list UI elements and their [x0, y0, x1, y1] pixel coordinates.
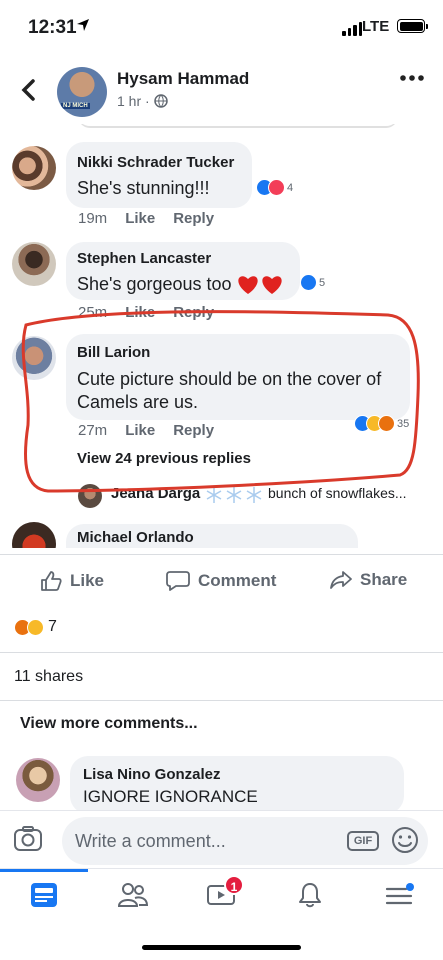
home-indicator — [142, 945, 301, 950]
comment-meta: 19m Like Reply — [78, 210, 214, 227]
comment-like-link[interactable]: Like — [125, 210, 155, 227]
reaction-count: 5 — [319, 276, 326, 289]
love-reaction-icon — [268, 179, 285, 196]
tab-friends[interactable] — [110, 877, 156, 913]
comment-text: IGNORE IGNORANCE — [83, 787, 258, 806]
commenter-name[interactable]: Nikki Schrader Tucker — [77, 154, 234, 171]
comments-list: Nikki Schrader Tucker She's stunning!!! … — [0, 124, 443, 548]
comment-button[interactable]: Comment — [166, 570, 276, 592]
comment-text-line1: Cute picture should be on the cover of — [77, 369, 382, 389]
reaction-total: 7 — [48, 618, 57, 635]
comment-time: 27m — [78, 422, 108, 439]
like-label: Like — [70, 571, 105, 590]
post-time: 1 hr · — [117, 93, 150, 109]
reply-author[interactable]: Jeana Darga — [111, 485, 200, 502]
comment-reply-link[interactable]: Reply — [173, 210, 214, 227]
comment-reactions[interactable]: 4 — [256, 179, 293, 196]
comment-label: Comment — [198, 571, 277, 590]
commenter-name[interactable]: Bill Larion — [77, 344, 150, 361]
comment-reactions[interactable]: 35 — [354, 415, 409, 432]
commenter-avatar[interactable] — [12, 336, 56, 380]
tab-notifications[interactable] — [287, 877, 333, 913]
network-label: LTE — [362, 18, 390, 35]
comment-text-line2: Camels are us. — [77, 392, 199, 412]
commenter-avatar[interactable] — [12, 146, 56, 190]
comment-meta: 25m Like Reply — [78, 304, 214, 321]
author-name[interactable]: Hysam Hammad — [117, 69, 249, 89]
comment-reactions[interactable]: 5 — [300, 274, 325, 291]
reaction-summary[interactable]: 7 — [14, 618, 57, 636]
emoji-icon[interactable] — [390, 825, 420, 855]
shares-count[interactable]: 11 shares — [14, 668, 83, 686]
commenter-name[interactable]: Michael Orlando — [77, 529, 194, 546]
comment-time: 25m — [78, 304, 108, 321]
reply-avatar[interactable] — [78, 484, 102, 508]
commenter-name[interactable]: Lisa Nino Gonzalez — [83, 766, 221, 783]
commenter-avatar[interactable] — [12, 522, 56, 548]
commenter-avatar[interactable] — [16, 758, 60, 802]
location-arrow-icon — [77, 19, 89, 31]
like-icon — [41, 571, 62, 591]
angry-reaction-icon — [378, 415, 395, 432]
avatar-tag: NJ MICH — [61, 103, 90, 109]
battery-icon — [397, 19, 425, 33]
like-reaction-icon — [300, 274, 317, 291]
signal-icon — [342, 22, 362, 36]
wow-reaction-icon — [27, 618, 44, 636]
comment-text: She's gorgeous too — [77, 274, 232, 294]
friends-icon — [118, 883, 148, 907]
comment-reply-link[interactable]: Reply — [173, 422, 214, 439]
active-tab-indicator — [0, 869, 88, 872]
comment-input-placeholder: Write a comment... — [75, 831, 226, 851]
comment-like-link[interactable]: Like — [125, 422, 155, 439]
camera-icon[interactable] — [13, 824, 43, 852]
status-bar: 12:31 LTE — [0, 0, 443, 56]
notifications-icon — [299, 883, 321, 908]
comment-like-link[interactable]: Like — [125, 304, 155, 321]
commenter-avatar[interactable] — [12, 242, 56, 286]
globe-icon — [153, 94, 168, 108]
share-label: Share — [360, 570, 408, 589]
divider — [0, 652, 443, 653]
comment-reply-link[interactable]: Reply — [173, 304, 214, 321]
comment-time: 19m — [78, 210, 108, 227]
post-header: NJ MICH Hysam Hammad 1 hr · — [0, 60, 443, 124]
comment-composer: Write a comment... GIF — [0, 810, 443, 870]
like-button[interactable]: Like — [40, 570, 104, 592]
reaction-count: 4 — [287, 181, 294, 194]
comment-meta: 27m Like Reply — [78, 422, 214, 439]
heart-emoji-icon — [238, 276, 282, 294]
tab-menu[interactable] — [376, 877, 422, 913]
news-feed-icon — [31, 883, 57, 907]
menu-icon — [385, 883, 414, 905]
snowflake-icon — [206, 487, 262, 503]
comment-text: She's stunning!!! — [77, 178, 210, 198]
reply-preview-text: bunch of snowflakes... — [268, 485, 407, 501]
watch-notification-badge: 1 — [224, 875, 244, 895]
status-time: 12:31 — [28, 17, 77, 38]
post-action-bar: Like Comment Share — [0, 554, 443, 608]
comment-icon — [166, 571, 190, 591]
post-meta: 1 hr · — [117, 93, 168, 109]
divider — [0, 700, 443, 701]
share-icon — [330, 571, 352, 589]
comment-input[interactable]: Write a comment... GIF — [62, 817, 428, 865]
back-icon[interactable] — [18, 76, 38, 104]
reaction-count: 35 — [397, 417, 410, 430]
tab-news-feed[interactable] — [21, 877, 67, 913]
battery-tip — [426, 24, 428, 29]
gif-icon[interactable]: GIF — [347, 831, 379, 851]
view-previous-replies-link[interactable]: View 24 previous replies — [77, 450, 251, 467]
more-icon[interactable] — [400, 74, 424, 82]
share-button[interactable]: Share — [330, 570, 407, 590]
author-avatar[interactable]: NJ MICH — [57, 67, 107, 117]
view-more-comments-link[interactable]: View more comments... — [20, 715, 198, 733]
commenter-name[interactable]: Stephen Lancaster — [77, 250, 211, 267]
